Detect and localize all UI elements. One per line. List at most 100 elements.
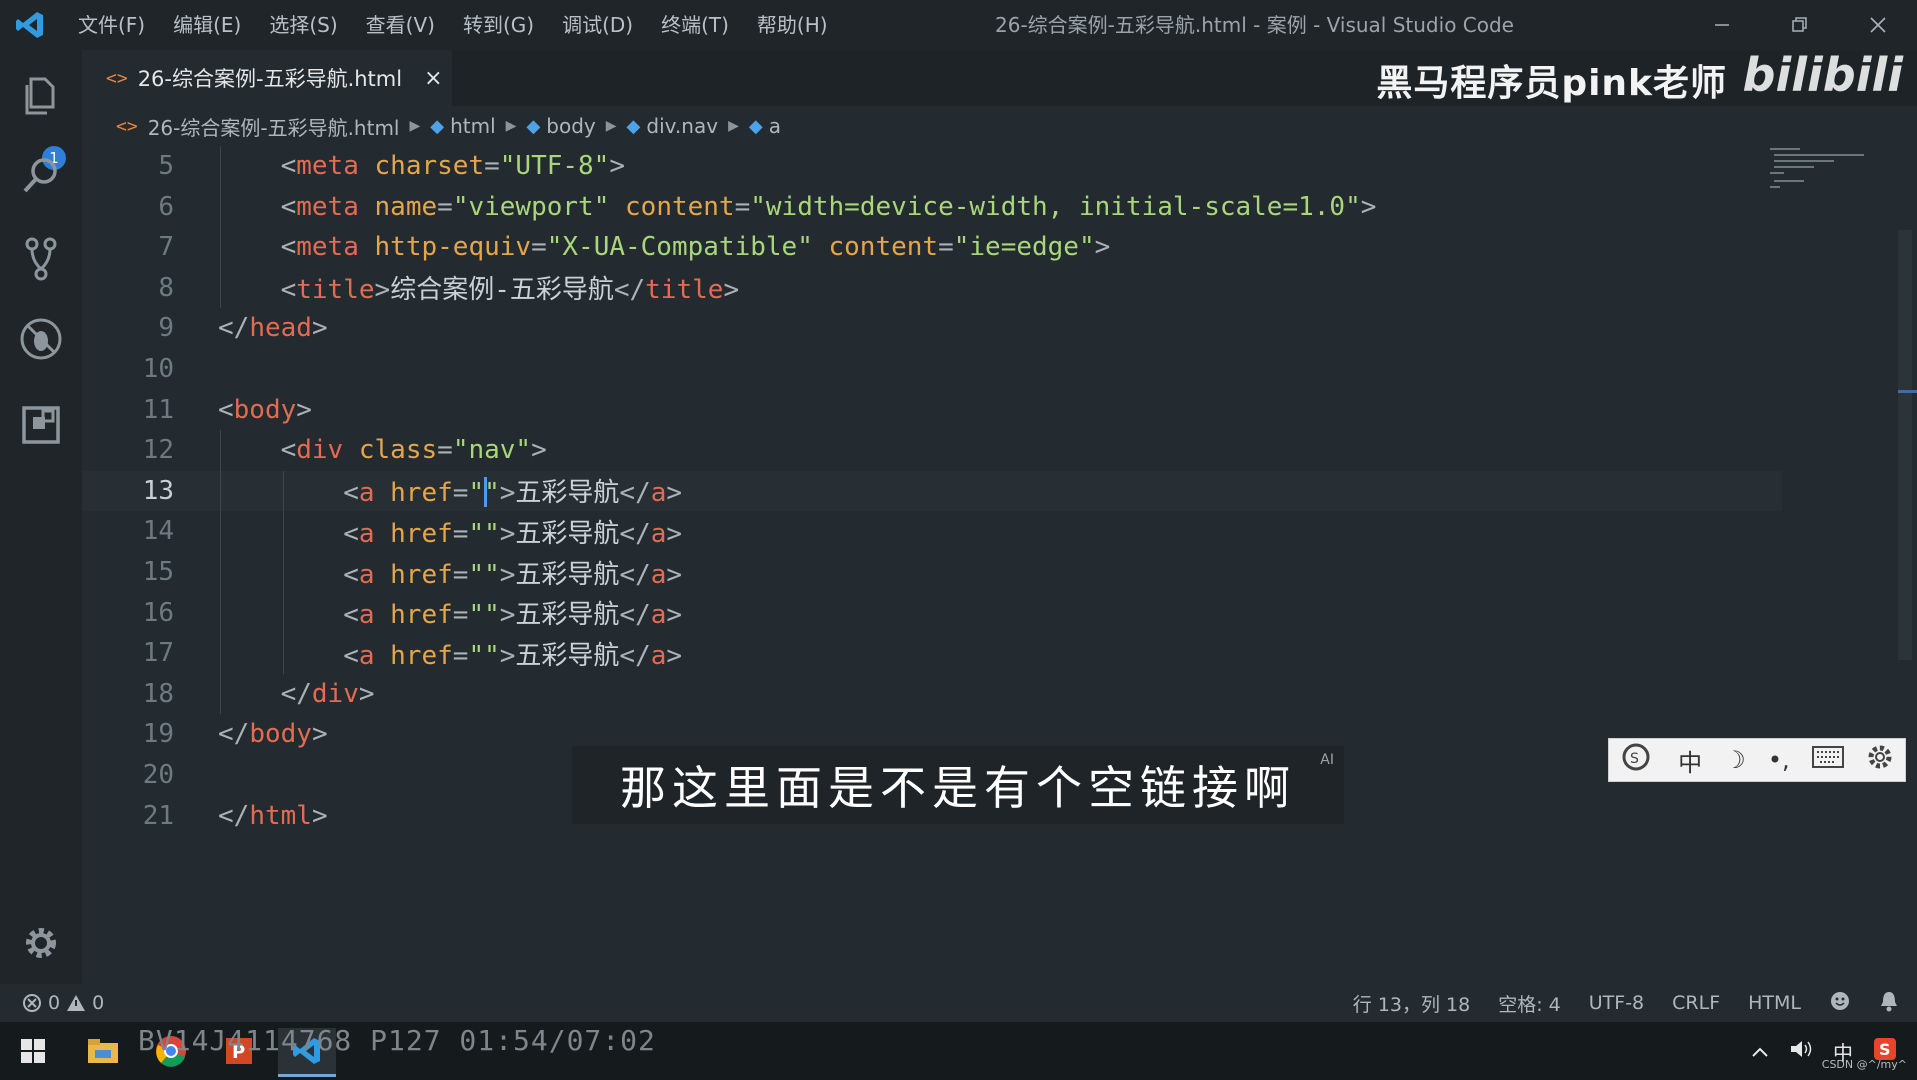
minimap[interactable] [1768,146,1868,206]
code-token: meta [296,232,359,263]
settings-gear-icon[interactable] [18,920,64,966]
line-number: 14 [142,516,174,547]
code-content: </html> [218,801,328,831]
restore-icon[interactable] [1761,0,1839,50]
code-token: > [499,640,516,671]
code-line[interactable]: 17 <a href="">五彩导航</a> [82,633,1782,673]
code-editor[interactable]: 5 <meta charset="UTF-8"> 6 <meta name="view… [82,146,1862,982]
code-content: </body> [218,719,328,749]
tray-chevron-up-icon[interactable] [1751,1039,1769,1063]
code-token: a [650,559,667,590]
code-line[interactable]: 12 <div class="nav"> [82,430,1782,470]
code-line[interactable]: 8 <title>综合案例-五彩导航</title> [82,268,1782,308]
debug-icon[interactable] [16,314,66,364]
menu-file[interactable]: 文件(F) [64,0,159,50]
code-content: <a href="">五彩导航</a> [343,513,682,550]
code-token: href [390,518,453,549]
menu-view[interactable]: 查看(V) [352,0,449,50]
keyboard-icon[interactable] [1811,746,1844,774]
menu-go[interactable]: 转到(G) [449,0,548,50]
warning-icon [67,995,86,1011]
code-content: <meta name="viewport" content="width=dev… [281,192,1377,222]
code-line[interactable]: 7 <meta http-equiv="X-UA-Compatible" cont… [82,227,1782,267]
line-ending[interactable]: CRLF [1672,992,1720,1014]
breadcrumb-html[interactable]: ◆ html [430,114,495,138]
feedback-smiley-icon[interactable] [1829,990,1851,1017]
code-token: "nav" [452,435,532,466]
line-number: 11 [142,394,174,425]
breadcrumb-a[interactable]: ◆ a [749,114,781,138]
explorer-icon[interactable] [16,70,66,120]
code-line[interactable]: 5 <meta charset="UTF-8"> [82,146,1782,186]
element-icon: ◆ [526,115,541,137]
volume-icon[interactable] [1789,1039,1813,1064]
code-token: = [452,640,469,671]
code-token: = [452,478,469,509]
menu-terminal[interactable]: 终端(T) [647,0,743,50]
error-icon [23,994,41,1012]
code-line[interactable]: 18 </div> [82,674,1782,714]
code-token: < [343,559,359,590]
code-line[interactable]: 11 <body> [82,390,1782,430]
code-token: charset [374,151,485,181]
menu-help[interactable]: 帮助(H) [743,0,842,50]
ime-settings-icon[interactable] [1866,743,1894,777]
code-line[interactable]: 15 <a href="">五彩导航</a> [82,552,1782,592]
code-content: <meta http-equiv="X-UA-Compatible" conte… [281,232,1111,262]
code-token: a [358,478,375,509]
tab-close-icon[interactable]: × [424,66,442,91]
code-line[interactable]: 10 [82,349,1782,389]
code-token: > [499,600,516,631]
ime-width-toggle[interactable]: ☽ [1724,746,1746,774]
code-token: a [650,478,667,509]
source-control-icon[interactable] [16,234,66,284]
breadcrumb-label: a [768,114,781,138]
tab-label: 26-综合案例-五彩导航.html [137,67,403,91]
code-token: </ [619,559,651,590]
code-token: > [666,640,683,671]
line-number: 15 [142,557,174,587]
file-explorer-icon[interactable] [74,1028,132,1074]
close-icon[interactable] [1839,0,1917,50]
code-token: a [650,518,667,549]
breadcrumb-body[interactable]: ◆ body [526,114,595,138]
menu-edit[interactable]: 编辑(E) [159,0,255,50]
element-icon: ◆ [748,115,763,137]
code-token: = [452,518,469,549]
editor-tab[interactable]: <> 26-综合案例-五彩导航.html × [82,50,452,106]
code-line[interactable]: 6 <meta name="viewport" content="width=de… [82,187,1782,227]
breadcrumb-div-nav[interactable]: ◆ div.nav [627,114,719,138]
problems-indicator[interactable]: 0 0 [22,984,104,1022]
minimize-icon[interactable] [1683,0,1761,50]
breadcrumb-label: body [546,114,596,138]
ime-punctuation-toggle[interactable]: •, [1768,746,1790,774]
search-icon[interactable] [16,150,66,200]
vertical-scrollbar[interactable] [1898,230,1912,660]
notifications-bell-icon[interactable] [1879,990,1899,1017]
code-line[interactable]: 13<a href="">五彩导航</a> [82,470,1782,511]
language-mode[interactable]: HTML [1748,992,1801,1014]
extensions-icon[interactable] [16,400,66,450]
code-token: name [374,191,438,222]
line-number: 21 [142,800,174,831]
code-token: </ [619,478,651,509]
indentation[interactable]: 空格: 4 [1498,990,1561,1017]
code-line[interactable]: 9 </head> [82,308,1782,348]
cursor-position[interactable]: 行 13，列 18 [1353,990,1470,1017]
menu-debug[interactable]: 调试(D) [548,0,647,50]
chevron-right-icon: ▶ [505,118,517,134]
code-token: content [828,232,939,263]
menu-selection[interactable]: 选择(S) [255,0,351,50]
breadcrumb-file[interactable]: <> 26-综合案例-五彩导航.html [116,112,399,141]
ime-language-toggle[interactable]: 中 [1678,743,1702,778]
code-line[interactable]: 16 <a href="">五彩导航</a> [82,593,1782,633]
encoding[interactable]: UTF-8 [1589,992,1644,1014]
windows-start-icon[interactable] [4,1028,62,1074]
ime-logo-icon[interactable]: S [1620,742,1656,778]
code-line[interactable]: 14 <a href="">五彩导航</a> [82,511,1782,551]
